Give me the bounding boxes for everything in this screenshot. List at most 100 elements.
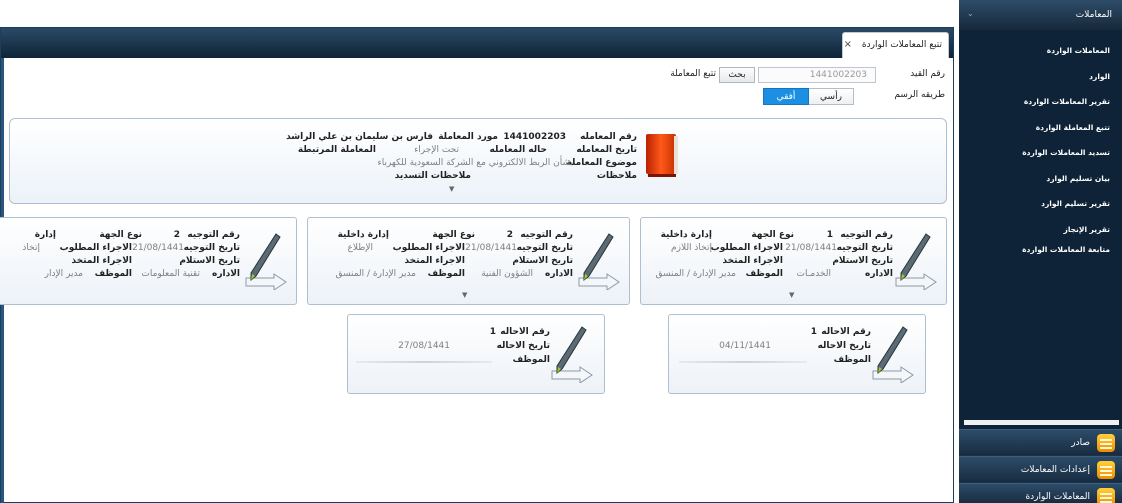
tx-date-label: تاريخ المعامله bbox=[576, 145, 637, 155]
taken-action-label: الاجراء المتخذ bbox=[404, 256, 465, 266]
referral-no-label: رقم الاحاله bbox=[500, 327, 550, 337]
required-action-value: الإطلاع bbox=[347, 243, 373, 253]
tx-subject-label: موضوع المعاملة bbox=[566, 158, 638, 168]
pen-icon bbox=[578, 233, 620, 290]
expand-icon[interactable]: ▼ bbox=[789, 291, 794, 299]
chevron-down-icon[interactable]: ⌄ bbox=[967, 9, 974, 18]
required-action-label: الاجراء المطلوب bbox=[392, 243, 465, 253]
stack-icon bbox=[1097, 461, 1115, 479]
tab-incoming-tracking[interactable]: تتبع المعاملات الواردة × bbox=[842, 32, 949, 58]
tx-supplier-label: مورد المعاملة bbox=[438, 132, 498, 142]
tab-title: تتبع المعاملات الواردة bbox=[861, 40, 942, 50]
tx-payment-notes-label: ملاحظات التسديد bbox=[394, 171, 471, 181]
referral-date-label: تاريخ الاحاله bbox=[496, 341, 550, 351]
tx-status-label: حاله المعامله bbox=[489, 145, 548, 155]
referral-employee-label: الموظف bbox=[833, 355, 871, 365]
close-icon[interactable]: × bbox=[844, 39, 852, 50]
sidebar-item-track-incoming[interactable]: تتبع المعاملة الواردة bbox=[1036, 123, 1110, 132]
referral-card: رقم الاحاله 1 تاريخ الاحاله 04/11/1441 ا… bbox=[668, 314, 926, 394]
routing-card: رقم التوجيه 2 نوع الجهة إدارة تاريخ التو… bbox=[0, 217, 297, 305]
required-action-label: الاجراء المطلوب bbox=[59, 243, 132, 253]
receipt-date-label: تاريخ الاستلام bbox=[832, 256, 893, 266]
sidebar-item-delivery-report[interactable]: تقرير تسليم الوارد bbox=[1041, 199, 1110, 208]
routing-date-label: تاريخ التوجيه bbox=[516, 243, 573, 253]
sidebar-item-settle-incoming[interactable]: تسديد المعاملات الواردة bbox=[1022, 148, 1110, 157]
sidebar-item-follow-incoming[interactable]: متابعة المعاملات الواردة bbox=[1022, 245, 1110, 254]
referral-no-value: 1 bbox=[489, 327, 496, 337]
employee-value: مدير الإدارة / المنسق bbox=[335, 269, 416, 279]
pen-icon bbox=[551, 326, 593, 383]
sidebar-item-incoming[interactable]: المعاملات الواردة bbox=[1047, 46, 1110, 55]
expand-icon[interactable]: ▼ bbox=[449, 185, 454, 193]
section-incoming[interactable]: المعاملات الواردة bbox=[959, 483, 1122, 503]
stack-icon bbox=[1097, 434, 1115, 452]
dept-value: تقنية المعلومات bbox=[141, 269, 200, 279]
tx-status-value: تحت الإجراء bbox=[414, 145, 459, 155]
entity-type-value: إدارة bbox=[34, 230, 56, 240]
stack-icon bbox=[1097, 488, 1115, 503]
redacted-employee bbox=[679, 361, 807, 363]
referral-date-value: 04/11/1441 bbox=[719, 341, 771, 351]
receipt-date-label: تاريخ الاستلام bbox=[512, 256, 573, 266]
referral-no-label: رقم الاحاله bbox=[821, 327, 871, 337]
employee-label: الموظف bbox=[94, 269, 132, 279]
tx-subject-value: بشأن الربط الالكتروني مع الشركة السعودية… bbox=[377, 158, 573, 168]
routing-date-value: 21/08/1441 bbox=[785, 243, 837, 253]
employee-label: الموظف bbox=[745, 269, 783, 279]
draw-method-label: طريقه الرسم bbox=[894, 90, 945, 100]
routing-card: رقم التوجيه 2 نوع الجهة إدارة داخلية تار… bbox=[307, 217, 630, 305]
dept-label: الاداره bbox=[545, 269, 573, 279]
sidebar: المعاملات ⌄ المعاملات الواردة الوارد تقر… bbox=[959, 0, 1122, 503]
horizontal-option[interactable]: أفقي bbox=[763, 88, 809, 105]
tx-related-label: المعاملة المرتبطة bbox=[297, 145, 376, 155]
section-settings[interactable]: إعدادات المعاملات bbox=[959, 456, 1122, 482]
pen-icon bbox=[872, 326, 914, 383]
dept-label: الاداره bbox=[212, 269, 240, 279]
vertical-option[interactable]: رأسي bbox=[808, 88, 854, 105]
track-label: تتبع المعاملة bbox=[670, 69, 716, 79]
required-action-value: إتخاذ bbox=[22, 243, 40, 253]
entity-type-label: نوع الجهة bbox=[751, 230, 794, 240]
referral-employee-label: الموظف bbox=[512, 355, 550, 365]
tx-number-label: رقم المعامله bbox=[580, 132, 637, 142]
routing-no-value: 2 bbox=[173, 230, 180, 240]
routing-no-label: رقم التوجيه bbox=[520, 230, 573, 240]
tracking-window: تتبع المعاملات الواردة × رقم القيد 14410… bbox=[0, 27, 954, 503]
sidebar-item-incoming-report[interactable]: تقرير المعاملات الواردة bbox=[1024, 97, 1110, 106]
dept-value: الخدمـات bbox=[796, 269, 831, 279]
entity-type-label: نوع الجهة bbox=[432, 230, 475, 240]
book-icon bbox=[646, 134, 678, 177]
entity-type-label: نوع الجهة bbox=[99, 230, 142, 240]
receipt-date-label: تاريخ الاستلام bbox=[179, 256, 240, 266]
tx-supplier-value: فارس بن سليمان بن علي الراشد bbox=[286, 132, 433, 142]
sidebar-splitter[interactable] bbox=[964, 420, 1119, 425]
required-action-label: الاجراء المطلوب bbox=[710, 243, 783, 253]
routing-date-value: 21/08/1441 bbox=[132, 243, 184, 253]
sidebar-item-delivery-statement[interactable]: بيان تسليم الوارد bbox=[1046, 174, 1110, 183]
referral-card: رقم الاحاله 1 تاريخ الاحاله 27/08/1441 ا… bbox=[347, 314, 605, 394]
tx-notes-label: ملاحظات bbox=[596, 171, 637, 181]
employee-label: الموظف bbox=[427, 269, 465, 279]
required-action-value: إتخاذ اللازم bbox=[671, 243, 712, 253]
routing-card: رقم التوجيه 1 نوع الجهة إدارة داخلية تار… bbox=[640, 217, 947, 305]
pen-icon bbox=[245, 233, 287, 290]
record-no-input[interactable]: 1441002203 bbox=[758, 67, 876, 83]
taken-action-label: الاجراء المتخذ bbox=[71, 256, 132, 266]
sidebar-item-achievement-report[interactable]: تقرير الإنجاز bbox=[1064, 225, 1110, 234]
employee-value: مدير الإدار bbox=[44, 269, 83, 279]
sidebar-item-inbox[interactable]: الوارد bbox=[1089, 72, 1110, 81]
referral-date-label: تاريخ الاحاله bbox=[817, 341, 871, 351]
sidebar-header[interactable]: المعاملات ⌄ bbox=[959, 0, 1122, 30]
expand-icon[interactable]: ▼ bbox=[462, 291, 467, 299]
entity-type-value: إدارة داخلية bbox=[337, 230, 389, 240]
section-outgoing[interactable]: صادر bbox=[959, 429, 1122, 455]
sidebar-menu: المعاملات الواردة الوارد تقرير المعاملات… bbox=[959, 30, 1122, 430]
routing-no-value: 2 bbox=[506, 230, 513, 240]
search-button[interactable]: بحث bbox=[719, 67, 755, 83]
routing-no-label: رقم التوجيه bbox=[840, 230, 893, 240]
routing-no-value: 1 bbox=[826, 230, 833, 240]
routing-no-label: رقم التوجيه bbox=[187, 230, 240, 240]
dept-value: الشؤون الفنية bbox=[481, 269, 533, 279]
employee-value: مدير الإدارة / المنسق bbox=[655, 269, 736, 279]
transaction-card: رقم المعامله 1441002203 مورد المعاملة فا… bbox=[9, 118, 947, 204]
